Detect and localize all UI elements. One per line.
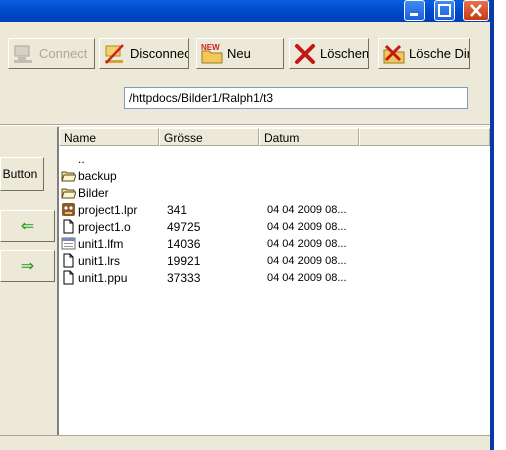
arrow-left-icon: ⇐ (20, 218, 35, 235)
column-header-date-label: Datum (264, 131, 300, 145)
file-name: Bilder (78, 185, 109, 200)
file-size: 49725 (167, 219, 201, 234)
list-item[interactable]: unit1.lfm 14036 04 04 2009 08... (61, 235, 347, 252)
list-item[interactable]: unit1.ppu 37333 04 04 2009 08... (61, 269, 347, 286)
disconnect-button[interactable]: Disconnect (99, 38, 189, 69)
file-name: backup (78, 168, 117, 183)
column-header-date[interactable]: Datum (259, 128, 359, 146)
divider (0, 124, 490, 126)
minimize-icon (410, 13, 418, 16)
window-right-edge (492, 0, 506, 450)
list-item[interactable]: project1.o 49725 04 04 2009 08... (61, 218, 347, 235)
connect-button[interactable]: Connect (8, 38, 95, 69)
column-header-size-label: Grösse (164, 131, 203, 145)
column-header-name-label: Name (64, 131, 97, 145)
file-name: project1.o (78, 219, 131, 234)
file-date: 04 04 2009 08... (267, 271, 347, 284)
delete-folder-icon (383, 44, 405, 63)
file-name: project1.lpr (78, 202, 138, 217)
delete-label: Löschen (320, 46, 369, 61)
window-border (490, 0, 494, 450)
column-header-empty (359, 128, 490, 146)
delete-dir-button[interactable]: Lösche Dir (378, 38, 470, 69)
form-file-icon (61, 237, 76, 250)
file-name: unit1.lrs (78, 253, 121, 268)
file-size: 14036 (167, 236, 201, 251)
remote-path-field[interactable] (124, 87, 468, 109)
folder-icon (61, 171, 76, 182)
file-name: unit1.lfm (78, 236, 124, 251)
minimize-button[interactable] (404, 0, 425, 21)
close-button[interactable] (463, 0, 489, 21)
list-item[interactable]: Bilder (61, 184, 164, 201)
remote-file-list[interactable]: Name Grösse Datum .. backup Bilder proje… (57, 127, 490, 435)
list-item[interactable]: unit1.lrs 19921 04 04 2009 08... (61, 252, 347, 269)
file-size: 37333 (167, 270, 201, 285)
file-date: 04 04 2009 08... (267, 254, 347, 267)
file-date: 04 04 2009 08... (267, 237, 347, 250)
folder-icon (61, 188, 76, 199)
file-icon (63, 270, 74, 285)
disconnect-label: Disconnect (130, 46, 189, 61)
delete-button[interactable]: Löschen (289, 38, 369, 69)
lazarus-project-icon (62, 203, 75, 216)
generic-button[interactable]: Button (0, 157, 44, 191)
column-header-size[interactable]: Grösse (159, 128, 259, 146)
svg-text:NEW: NEW (201, 43, 220, 52)
maximize-button[interactable] (434, 0, 455, 21)
download-right-button[interactable]: ⇒ (0, 250, 55, 282)
file-date: 04 04 2009 08... (267, 203, 347, 216)
new-button[interactable]: NEW Neu (196, 38, 284, 69)
list-item[interactable]: backup (61, 167, 164, 184)
generic-button-label: Button (2, 167, 38, 181)
arrow-right-icon: ⇒ (20, 258, 35, 275)
connect-label: Connect (39, 46, 88, 61)
list-item[interactable]: project1.lpr 341 04 04 2009 08... (61, 201, 347, 218)
status-area (0, 435, 490, 450)
list-item[interactable]: .. (61, 150, 164, 167)
close-icon (470, 4, 482, 17)
delete-dir-label: Lösche Dir (409, 46, 470, 61)
file-date: 04 04 2009 08... (267, 220, 347, 233)
file-icon (63, 219, 74, 234)
new-label: Neu (227, 46, 251, 61)
connect-icon (14, 45, 32, 63)
file-size: 341 (167, 202, 188, 217)
delete-x-icon (295, 43, 315, 64)
new-folder-icon: NEW (201, 43, 223, 63)
maximize-icon (438, 4, 451, 17)
file-icon (63, 253, 74, 268)
column-header-name[interactable]: Name (59, 128, 159, 146)
upload-left-button[interactable]: ⇐ (0, 210, 55, 242)
file-name: .. (78, 151, 85, 166)
file-size: 19921 (167, 253, 201, 268)
disconnect-icon (105, 43, 124, 64)
file-name: unit1.ppu (78, 270, 128, 285)
parent-dir-icon (61, 151, 76, 166)
